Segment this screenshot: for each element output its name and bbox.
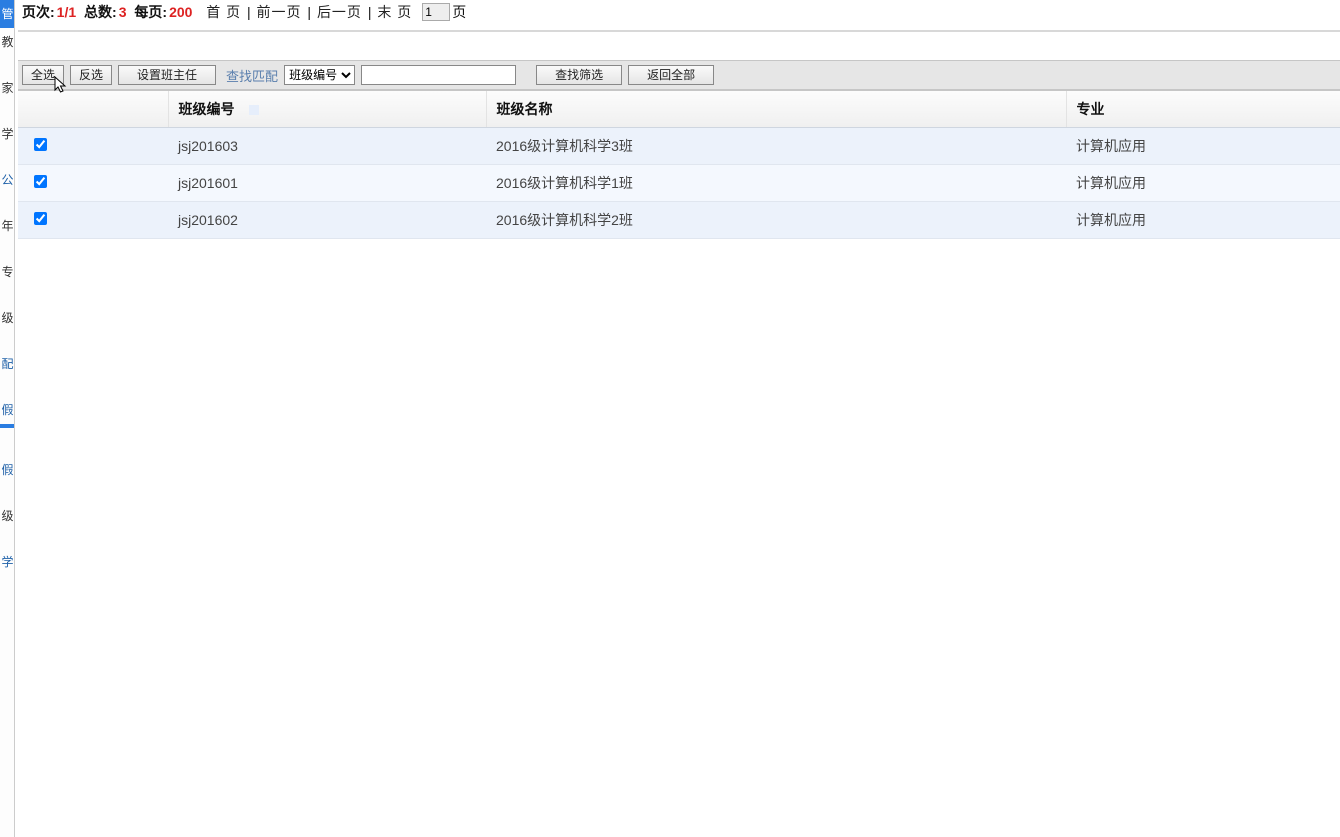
sidebar-item-3[interactable]: 学 <box>0 120 15 148</box>
table-row[interactable]: jsj201601 2016级计算机科学1班 计算机应用 <box>18 165 1340 202</box>
sidebar-item-9[interactable]: 假 <box>0 396 15 424</box>
sidebar-item-10[interactable]: 假 <box>0 456 15 484</box>
per-label: 每页: <box>134 2 167 22</box>
sidebar-item-5[interactable]: 年 <box>0 212 15 240</box>
page-links: 首 页 | 前一页 | 后一页 | 末 页 <box>204 2 414 22</box>
toolbar: 全选 反选 设置班主任 查找匹配 班级编号 查找筛选 返回全部 <box>18 60 1340 90</box>
filter-field-select[interactable]: 班级编号 <box>284 65 355 85</box>
cell-name: 2016级计算机科学2班 <box>486 202 1066 239</box>
cell-major: 计算机应用 <box>1066 128 1340 165</box>
cell-major: 计算机应用 <box>1066 165 1340 202</box>
select-all-button[interactable]: 全选 <box>22 65 64 85</box>
content-area: 页次: 1/1 总数: 3 每页: 200 首 页 | 前一页 | 后一页 | … <box>18 0 1340 837</box>
sidebar-item-7[interactable]: 级 <box>0 304 15 332</box>
sidebar-item-6[interactable]: 专 <box>0 258 15 286</box>
set-head-teacher-button[interactable]: 设置班主任 <box>118 65 216 85</box>
row-checkbox[interactable] <box>34 175 47 188</box>
return-all-button[interactable]: 返回全部 <box>628 65 714 85</box>
page-suffix: 页 <box>452 2 466 22</box>
filter-value-input[interactable] <box>361 65 516 85</box>
pagination-bar: 页次: 1/1 总数: 3 每页: 200 首 页 | 前一页 | 后一页 | … <box>18 0 1340 32</box>
total-value: 3 <box>119 4 127 20</box>
total-label: 总数: <box>84 2 117 22</box>
first-page-link[interactable]: 首 页 <box>206 4 241 20</box>
cell-name: 2016级计算机科学1班 <box>486 165 1066 202</box>
left-sidebar: 管 教 家 学 公 年 专 级 配 假 假 级 学 <box>0 0 15 837</box>
cell-name: 2016级计算机科学3班 <box>486 128 1066 165</box>
cell-code: jsj201601 <box>168 165 486 202</box>
page-label: 页次: <box>22 2 55 22</box>
sort-indicator-icon <box>249 105 259 115</box>
last-page-link[interactable]: 末 页 <box>377 4 412 20</box>
sidebar-item-11[interactable]: 级 <box>0 502 15 530</box>
sidebar-item-12[interactable]: 学 <box>0 548 15 576</box>
page-value: 1/1 <box>57 4 76 20</box>
cell-major: 计算机应用 <box>1066 202 1340 239</box>
invert-select-button[interactable]: 反选 <box>70 65 112 85</box>
per-value: 200 <box>169 4 192 20</box>
cell-code: jsj201602 <box>168 202 486 239</box>
col-header-checkbox[interactable] <box>18 91 168 128</box>
page-number-input[interactable] <box>422 3 450 21</box>
sidebar-item-1[interactable]: 教 <box>0 28 15 56</box>
sidebar-item-4[interactable]: 公 <box>0 166 15 194</box>
col-header-code[interactable]: 班级编号 <box>168 91 486 128</box>
row-checkbox[interactable] <box>34 138 47 151</box>
data-table: 班级编号 班级名称 专业 jsj201603 2016级计算机科学3班 计算机应… <box>18 91 1340 239</box>
prev-page-link[interactable]: 前一页 <box>257 4 302 20</box>
table-row[interactable]: jsj201603 2016级计算机科学3班 计算机应用 <box>18 128 1340 165</box>
cell-code: jsj201603 <box>168 128 486 165</box>
filter-label: 查找匹配 <box>226 66 278 85</box>
col-header-major[interactable]: 专业 <box>1066 91 1340 128</box>
sidebar-item-8[interactable]: 配 <box>0 350 15 378</box>
table-header-row: 班级编号 班级名称 专业 <box>18 91 1340 128</box>
row-checkbox[interactable] <box>34 212 47 225</box>
search-filter-button[interactable]: 查找筛选 <box>536 65 622 85</box>
sidebar-item-0[interactable]: 管 <box>0 0 15 28</box>
next-page-link[interactable]: 后一页 <box>317 4 362 20</box>
table-wrap: 班级编号 班级名称 专业 jsj201603 2016级计算机科学3班 计算机应… <box>18 90 1340 239</box>
col-header-name[interactable]: 班级名称 <box>486 91 1066 128</box>
table-row[interactable]: jsj201602 2016级计算机科学2班 计算机应用 <box>18 202 1340 239</box>
sidebar-item-2[interactable]: 家 <box>0 74 15 102</box>
